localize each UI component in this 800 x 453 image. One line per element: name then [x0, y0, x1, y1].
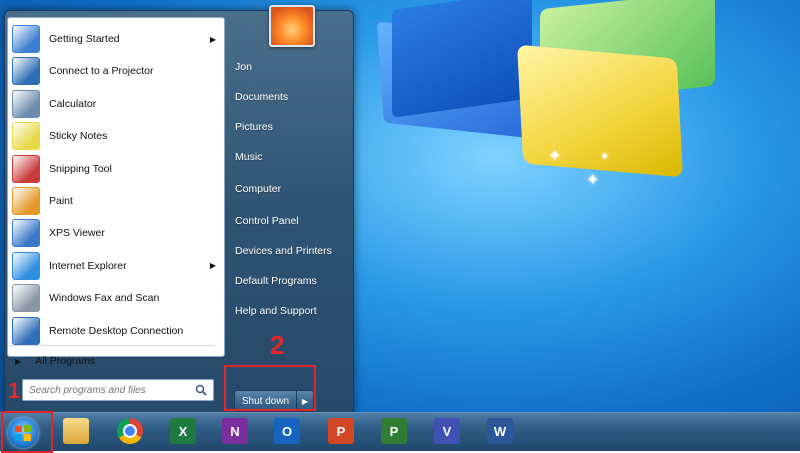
start-menu-link[interactable]: Default Programs: [235, 275, 317, 287]
remote-desktop-icon: [12, 316, 40, 345]
powerpoint-icon[interactable]: P: [328, 418, 354, 444]
step-number: 2: [270, 330, 285, 360]
taskbar-icon-glyph: N: [230, 423, 240, 439]
outlook-icon[interactable]: O: [274, 418, 300, 444]
getting-started-icon: [12, 25, 40, 53]
chrome-icon[interactable]: [117, 418, 143, 444]
search-input[interactable]: [27, 383, 193, 397]
search-programs-box[interactable]: [22, 379, 214, 401]
excel-icon[interactable]: X: [170, 418, 196, 444]
start-menu-link[interactable]: Help and Support: [235, 305, 317, 317]
start-menu-link[interactable]: Control Panel: [235, 215, 299, 227]
visio-icon[interactable]: V: [434, 418, 460, 444]
all-programs-label: All Programs: [35, 355, 96, 367]
taskbar-icon-glyph: W: [493, 423, 507, 439]
fax-scan-icon: [12, 284, 40, 313]
taskbar-icon-glyph: O: [281, 423, 293, 439]
start-menu-link[interactable]: Jon: [235, 61, 252, 73]
start-menu-link[interactable]: Pictures: [235, 121, 273, 133]
start-menu: Getting Started ▶ Connect to a Projector Ca…: [4, 5, 354, 414]
program-item[interactable]: Snipping Tool: [8, 154, 218, 184]
program-item[interactable]: Windows Fax and Scan: [8, 283, 218, 313]
taskbar-icon-glyph: V: [442, 423, 452, 439]
program-item[interactable]: Connect to a Projector: [8, 56, 218, 86]
sticky-notes-icon: [12, 122, 40, 151]
program-label: Sticky Notes: [49, 130, 108, 143]
windows-logo-pane: [392, 0, 532, 118]
program-label: Connect to a Projector: [49, 65, 154, 78]
search-icon[interactable]: [193, 382, 209, 398]
program-label: Calculator: [49, 97, 97, 110]
projector-icon: [12, 57, 40, 86]
word-icon[interactable]: W: [487, 418, 513, 444]
program-item[interactable]: Internet Explorer ▶: [8, 251, 218, 281]
user-avatar[interactable]: [269, 5, 315, 47]
submenu-arrow-icon[interactable]: ▶: [210, 261, 216, 270]
project-icon[interactable]: P: [381, 418, 407, 444]
start-menu-link[interactable]: Computer: [235, 183, 281, 195]
program-label: Remote Desktop Connection: [49, 324, 184, 337]
taskbar-icon-glyph: X: [178, 423, 188, 439]
program-label: Paint: [49, 195, 73, 207]
program-item[interactable]: Calculator: [8, 89, 218, 119]
program-label: XPS Viewer: [49, 227, 105, 240]
xps-viewer-icon: [12, 219, 40, 248]
onenote-icon[interactable]: N: [222, 418, 248, 444]
internet-explorer-icon: [12, 251, 40, 280]
shutdown-highlight: [224, 365, 316, 411]
start-button-highlight: [1, 411, 53, 453]
program-label: Snipping Tool: [49, 162, 112, 175]
start-menu-program-list: Getting Started ▶ Connect to a Projector Ca…: [7, 17, 225, 357]
sparkle-icon: ✦: [600, 151, 610, 163]
triangle-right-icon: ▶: [15, 356, 22, 366]
taskbar-icon-glyph: P: [389, 423, 399, 439]
program-list-divider: [9, 345, 215, 346]
program-item[interactable]: Getting Started ▶: [8, 24, 218, 54]
program-item[interactable]: Paint: [8, 186, 218, 216]
start-menu-link[interactable]: Music: [235, 151, 262, 163]
program-label: Internet Explorer: [49, 259, 127, 272]
snipping-tool-icon: [12, 154, 40, 183]
program-item[interactable]: Sticky Notes: [8, 121, 218, 151]
program-item[interactable]: Remote Desktop Connection: [8, 316, 218, 346]
sparkle-icon: ✦: [586, 172, 600, 189]
step-number: 1: [8, 378, 21, 403]
start-menu-link[interactable]: Devices and Printers: [235, 245, 332, 257]
file-explorer-icon[interactable]: [63, 418, 89, 444]
sparkle-icon: ✦: [548, 148, 562, 165]
all-programs-button[interactable]: ▶ All Programs: [9, 351, 215, 371]
calculator-icon: [12, 89, 40, 118]
submenu-arrow-icon[interactable]: ▶: [210, 35, 216, 44]
program-label: Windows Fax and Scan: [49, 292, 160, 305]
program-item[interactable]: XPS Viewer: [8, 218, 218, 248]
paint-icon: [12, 187, 40, 215]
start-menu-link[interactable]: Documents: [235, 91, 288, 103]
program-label: Getting Started: [49, 33, 120, 45]
taskbar-icon-glyph: P: [336, 423, 346, 439]
